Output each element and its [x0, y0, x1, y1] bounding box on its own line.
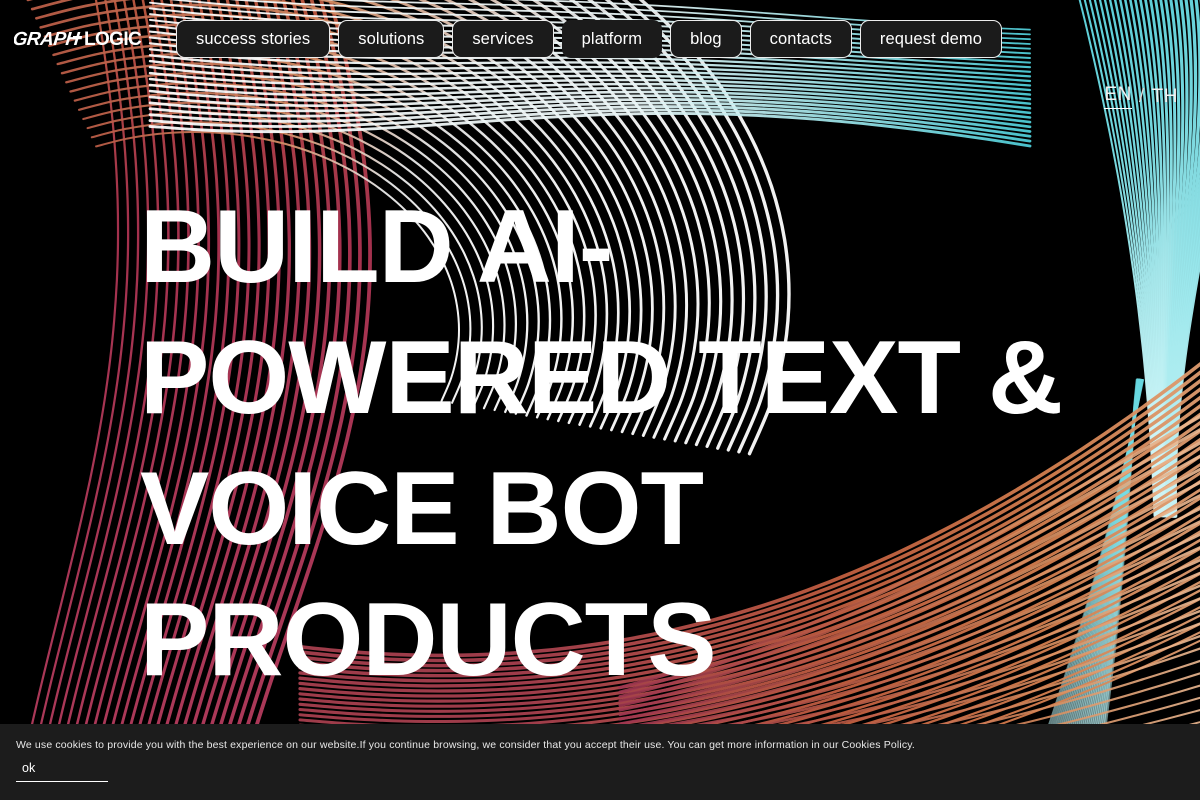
- hero-section: Build AI- Powered Text & Voice Bot Produ…: [140, 182, 1100, 706]
- language-separator: /: [1138, 85, 1145, 107]
- cookie-accept-button[interactable]: ok: [16, 761, 108, 782]
- nav-item-contacts[interactable]: contacts: [749, 20, 852, 58]
- language-option-en[interactable]: EN: [1104, 84, 1132, 109]
- language-switcher: EN / TH: [1104, 84, 1178, 109]
- cookie-consent-banner: We use cookies to provide you with the b…: [0, 724, 1200, 800]
- site-header: GRAPH LOGIC success stories solutions se…: [0, 0, 1200, 76]
- nav-item-blog[interactable]: blog: [670, 20, 742, 58]
- nav-item-solutions[interactable]: solutions: [338, 20, 445, 58]
- language-option-th[interactable]: TH: [1152, 86, 1178, 108]
- hero-headline: Build AI- Powered Text & Voice Bot Produ…: [140, 189, 1063, 698]
- cookie-message: We use cookies to provide you with the b…: [16, 739, 915, 751]
- nav-item-services[interactable]: services: [452, 20, 554, 58]
- nav-item-request-demo[interactable]: request demo: [859, 20, 1003, 58]
- svg-text:GRAPH: GRAPH: [14, 29, 82, 50]
- nav-item-success-stories[interactable]: success stories: [176, 20, 331, 58]
- graphlogic-logo-icon: GRAPH LOGIC: [14, 29, 143, 50]
- main-navigation: success stories solutions services platf…: [176, 20, 1184, 58]
- brand-logo[interactable]: GRAPH LOGIC: [14, 27, 154, 57]
- nav-item-platform[interactable]: platform: [561, 20, 663, 58]
- svg-text:LOGIC: LOGIC: [84, 29, 142, 50]
